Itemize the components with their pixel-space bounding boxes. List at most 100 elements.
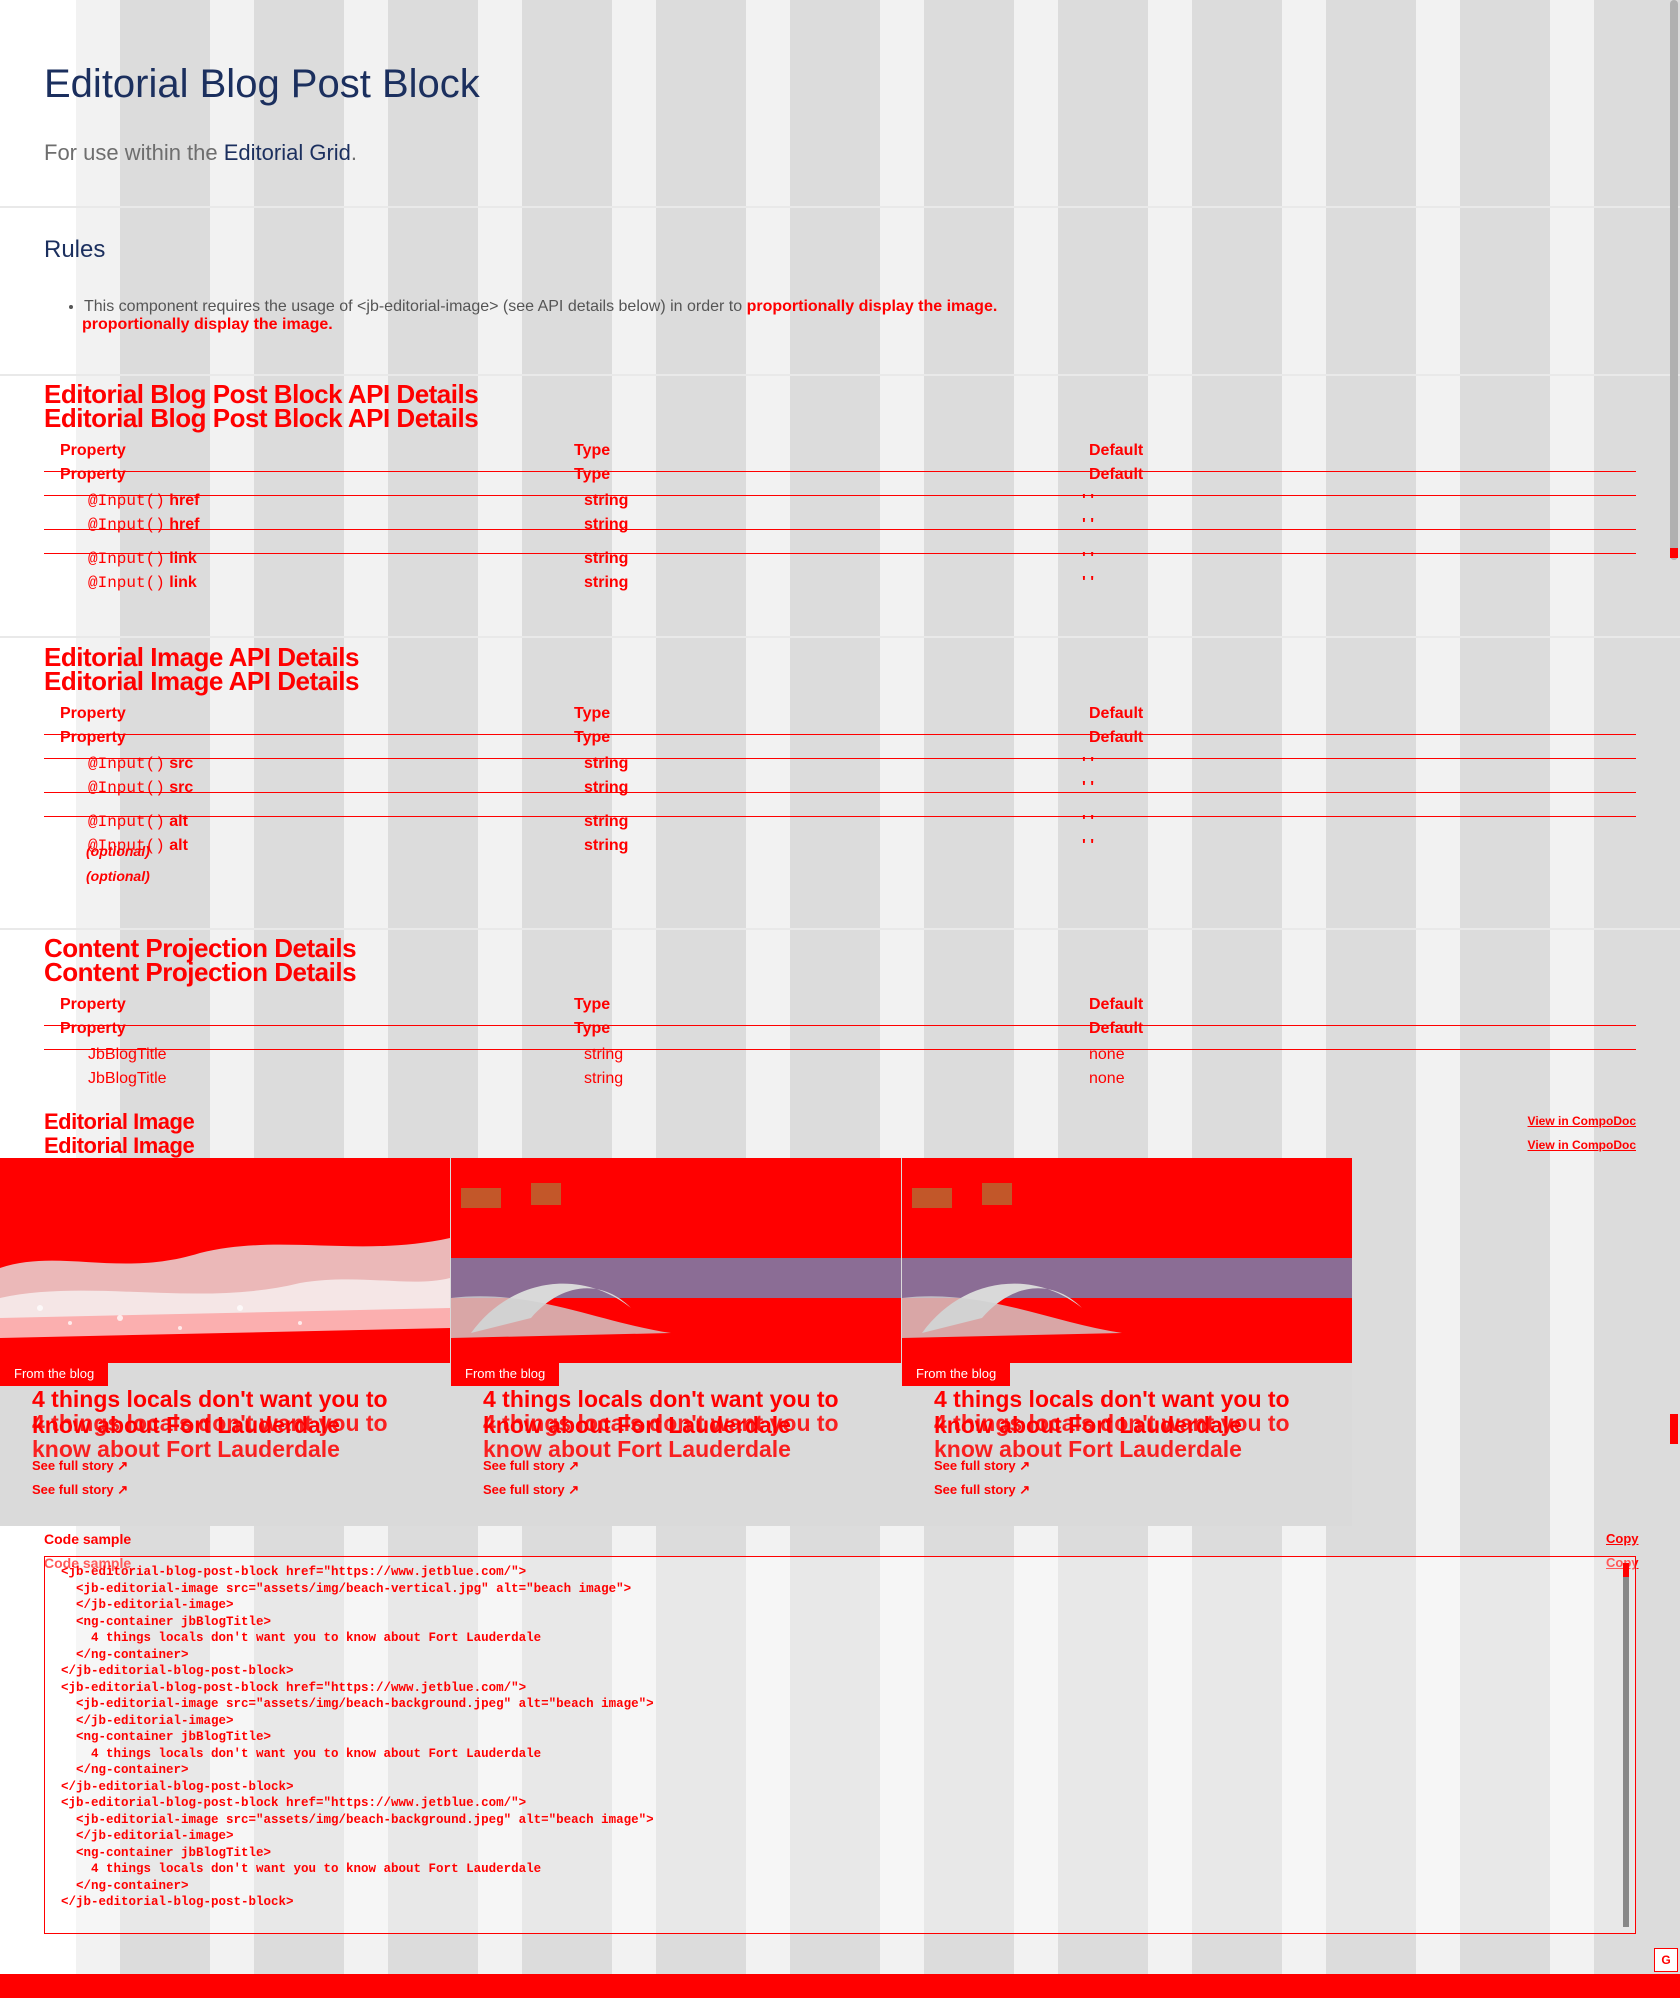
rules-item: This component requires the usage of <jb… (82, 298, 1064, 334)
table-cell-type: string (584, 813, 629, 830)
table-cell-default-ghost: ' ' (1082, 779, 1095, 796)
col-header-default: Default (1089, 996, 1144, 1013)
table-rule (44, 553, 1636, 554)
col-header-type-ghost: Type (574, 1020, 611, 1037)
code-line: </jb-editorial-image> (61, 1829, 234, 1844)
table-cell-type-ghost: string (584, 837, 629, 854)
table-cell-type: string (584, 550, 629, 567)
col-header-default-ghost: Default (1089, 729, 1144, 746)
code-line: <jb-editorial-image src="assets/img/beac… (61, 1812, 654, 1827)
table-cell-default-ghost: ' ' (1082, 516, 1095, 533)
table-cell-type-ghost: string (584, 779, 629, 796)
code-line: </ng-container> (61, 1647, 189, 1662)
see-full-story-link-ghost[interactable]: See full story ↗ (483, 1482, 579, 1498)
card-badge: From the blog (902, 1362, 1011, 1386)
rules-item-highlight: proportionally display the image. (746, 298, 998, 315)
code-line: </jb-editorial-blog-post-block> (61, 1779, 294, 1794)
view-in-compodoc-link-ghost[interactable]: View in CompoDoc (1528, 1138, 1636, 1152)
bottom-bar (0, 1974, 1680, 1998)
blog-post-card[interactable]: From the blog 4 things locals don't want… (451, 1158, 901, 1526)
table-cell-default-ghost: ' ' (1082, 837, 1095, 854)
col-header-property-ghost: Property (60, 729, 126, 746)
table-cell-type: string (584, 755, 629, 772)
table-rule (44, 816, 1636, 817)
table-rule (44, 471, 1636, 472)
view-in-compodoc-link[interactable]: View in CompoDoc (1528, 1114, 1636, 1128)
code-line: <jb-editorial-blog-post-block href="http… (61, 1680, 527, 1695)
card-image (902, 1158, 1352, 1363)
table-row-ghost: JbBlogTitle (88, 1070, 167, 1087)
page-scrollbar[interactable] (1670, 0, 1678, 560)
optional-note: (optional) (86, 843, 150, 859)
page-scrollbar-marker (1670, 548, 1678, 558)
col-header-type: Type (574, 996, 611, 1013)
table-cell-type-ghost: string (584, 1070, 624, 1087)
see-full-story-link-ghost[interactable]: See full story ↗ (934, 1482, 1030, 1498)
table-cell-type-ghost: string (584, 574, 629, 591)
card-title-ghost: 4 things locals don't want you to know a… (483, 1410, 839, 1462)
copy-button[interactable]: Copy (1606, 1528, 1639, 1550)
beach-image-icon (0, 1158, 450, 1363)
code-line: <jb-editorial-blog-post-block href="http… (61, 1796, 527, 1811)
table-cell-type-ghost: string (584, 516, 629, 533)
see-full-story-link[interactable]: See full story ↗ (483, 1458, 579, 1474)
table-rule (44, 495, 1636, 496)
subtitle-suffix: . (350, 140, 358, 165)
code-line: <ng-container jbBlogTitle> (61, 1614, 272, 1629)
blog-post-card[interactable]: From the blog 4 things locals don't want… (902, 1158, 1352, 1526)
subtitle-prefix: For use within the (44, 140, 224, 165)
table-cell-type: string (584, 1046, 624, 1063)
table-rule (44, 529, 1636, 530)
divider (0, 928, 1680, 930)
code-line: </jb-editorial-blog-post-block> (61, 1664, 294, 1679)
corner-badge[interactable]: G (1654, 1948, 1678, 1972)
page-subtitle: For use within the Editorial Grid. (44, 140, 357, 166)
table-cell-default: ' ' (1082, 492, 1095, 509)
page-title: Editorial Blog Post Block (44, 62, 480, 106)
code-scrollbar[interactable] (1623, 1563, 1629, 1927)
col-header-property-ghost: Property (60, 466, 126, 483)
table-row-ghost: @Input() link (88, 574, 197, 592)
col-header-property: Property (60, 996, 126, 1013)
code-line: </ng-container> (61, 1763, 189, 1778)
code-line: 4 things locals don't want you to know a… (61, 1631, 542, 1646)
code-line: <jb-editorial-blog-post-block href="http… (61, 1565, 527, 1579)
code-line: </jb-editorial-image> (61, 1713, 234, 1728)
page-scrollbar-marker (1670, 1414, 1678, 1444)
col-header-type-ghost: Type (574, 729, 611, 746)
col-header-property: Property (60, 442, 126, 459)
content-projection-heading-ghost: Content Projection Details (44, 957, 357, 987)
code-line: </jb-editorial-image> (61, 1598, 234, 1613)
code-sample-heading: Code sample (44, 1531, 132, 1547)
beach-image-icon (902, 1158, 1352, 1363)
editorial-grid-link[interactable]: Editorial Grid (224, 140, 351, 165)
table-cell-default-ghost: none (1089, 1070, 1125, 1087)
code-scrollbar-thumb[interactable] (1623, 1563, 1629, 1577)
code-line: </jb-editorial-blog-post-block> (61, 1895, 294, 1910)
code-line: <ng-container jbBlogTitle> (61, 1730, 272, 1745)
card-title-ghost: 4 things locals don't want you to know a… (934, 1410, 1290, 1462)
col-header-type-ghost: Type (574, 466, 611, 483)
see-full-story-link[interactable]: See full story ↗ (934, 1458, 1030, 1474)
rules-item-ghost: proportionally display the image. (82, 316, 333, 333)
example-heading: Editorial Image (44, 1109, 195, 1134)
table-row-ghost: @Input() src (88, 779, 194, 797)
table-row: JbBlogTitle (88, 1046, 167, 1063)
table-row: @Input() alt (88, 813, 188, 831)
table-cell-default: ' ' (1082, 550, 1095, 567)
table-cell-default: ' ' (1082, 755, 1095, 772)
code-line: 4 things locals don't want you to know a… (61, 1862, 542, 1877)
table-rule (44, 734, 1636, 735)
code-line: 4 things locals don't want you to know a… (61, 1746, 542, 1761)
code-block[interactable]: <jb-editorial-blog-post-block href="http… (44, 1556, 1636, 1934)
image-api-heading-ghost: Editorial Image API Details (44, 666, 359, 696)
blog-post-card[interactable]: From the blog 4 things locals don't want… (0, 1158, 450, 1526)
see-full-story-link[interactable]: See full story ↗ (32, 1458, 128, 1474)
table-cell-default-ghost: ' ' (1082, 574, 1095, 591)
code-line: <jb-editorial-image src="assets/img/beac… (61, 1697, 654, 1712)
col-header-default: Default (1089, 442, 1144, 459)
col-header-type: Type (574, 705, 611, 722)
table-row: @Input() href (88, 492, 200, 510)
see-full-story-link-ghost[interactable]: See full story ↗ (32, 1482, 128, 1498)
col-header-default-ghost: Default (1089, 1020, 1144, 1037)
